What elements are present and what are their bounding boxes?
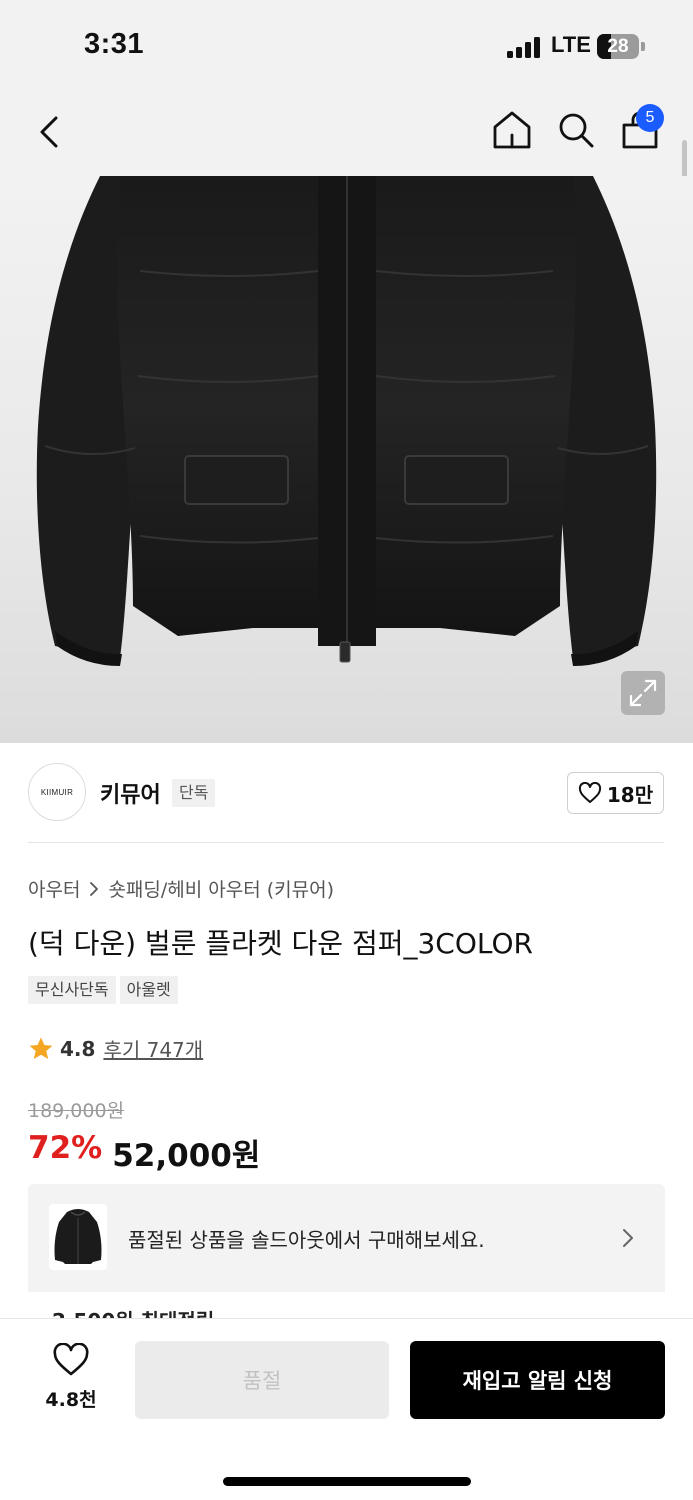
price-row: 72% 52,000원	[28, 1130, 260, 1175]
breadcrumb-category[interactable]: 아우터	[28, 875, 80, 902]
divider	[28, 842, 664, 843]
product-image[interactable]	[0, 176, 693, 743]
network-label: LTE	[551, 32, 591, 57]
battery-icon: 28	[597, 34, 639, 59]
status-bar: 3:31 LTE 28	[0, 0, 693, 90]
soldout-button[interactable]: 품절	[135, 1341, 389, 1419]
battery-tip	[641, 42, 645, 51]
bottom-action-bar: 4.8천 품절 재입고 알림 신청	[0, 1318, 693, 1500]
brand-name[interactable]: 키뮤어	[100, 777, 161, 809]
heart-icon	[53, 1342, 89, 1376]
brand-row: KIIMUIR 키뮤어 단독 18만	[0, 743, 693, 843]
soldout-thumbnail	[49, 1204, 107, 1270]
jacket-image	[36, 176, 657, 666]
battery-level: 28	[607, 36, 629, 57]
home-icon[interactable]	[490, 108, 534, 152]
breadcrumb: 아우터 숏패딩/헤비 아우터 (키뮤어)	[28, 875, 334, 902]
restock-alert-button[interactable]: 재입고 알림 신청	[410, 1341, 665, 1419]
soldout-banner[interactable]: 품절된 상품을 솔드아웃에서 구매해보세요. 2,500원 최대적립	[28, 1184, 665, 1324]
product-tags: 무신사단독 아울렛	[28, 976, 178, 1004]
cart-badge: 5	[636, 104, 664, 132]
brand-logo[interactable]: KIIMUIR	[28, 763, 86, 821]
sale-price: 52,000원	[112, 1138, 261, 1174]
brand-like-count: 18만	[606, 782, 654, 807]
nav-bar	[0, 90, 693, 176]
rating: 4.8 후기 747개	[28, 1034, 203, 1063]
discount-rate: 72%	[28, 1130, 103, 1166]
chevron-right-icon	[623, 1229, 633, 1247]
original-price: 189,000원	[28, 1100, 125, 1122]
wishlist-button[interactable]: 4.8천	[30, 1342, 112, 1415]
signal-icon	[507, 36, 543, 58]
home-indicator[interactable]	[223, 1477, 471, 1486]
soldout-banner-text: 품절된 상품을 솔드아웃에서 구매해보세요.	[128, 1228, 485, 1252]
product-tag: 무신사단독	[28, 976, 116, 1004]
expand-icon[interactable]	[621, 671, 665, 715]
heart-icon	[578, 782, 601, 803]
rating-value: 4.8	[60, 1036, 96, 1061]
chevron-right-icon	[90, 881, 99, 896]
brand-exclusive-tag: 단독	[172, 779, 216, 807]
search-icon[interactable]	[554, 108, 598, 152]
star-icon	[29, 1037, 53, 1059]
status-time: 3:31	[84, 28, 145, 60]
product-title: (덕 다운) 벌룬 플라켓 다운 점퍼_3COLOR	[28, 927, 533, 960]
brand-like-button[interactable]: 18만	[567, 772, 664, 814]
back-icon[interactable]	[30, 110, 70, 154]
wishlist-count: 4.8천	[45, 1389, 97, 1411]
breadcrumb-subcategory[interactable]: 숏패딩/헤비 아우터 (키뮤어)	[108, 875, 334, 902]
product-tag: 아울렛	[119, 976, 178, 1004]
review-link[interactable]: 후기 747개	[103, 1034, 203, 1063]
